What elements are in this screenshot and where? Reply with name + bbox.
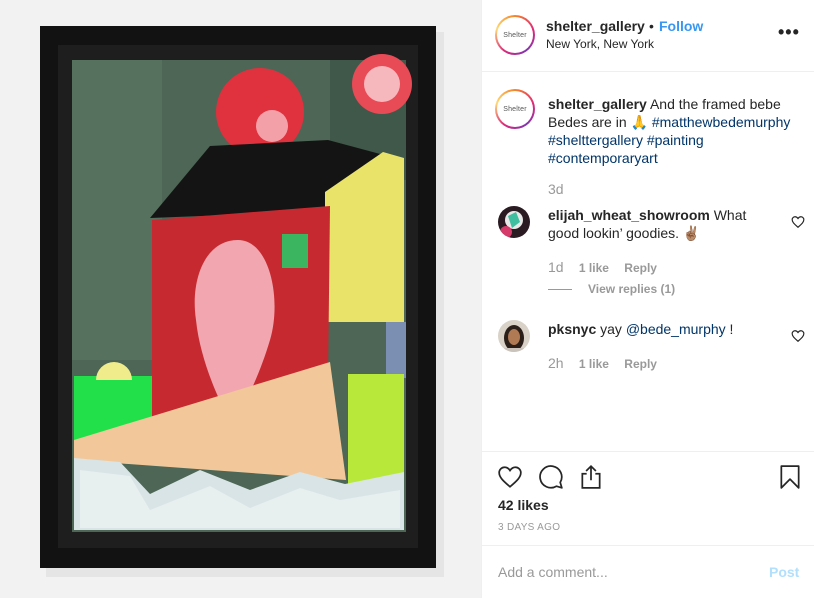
comment-like-heart-icon[interactable] xyxy=(791,215,805,229)
comments-section: Shelter shelter_gallery And the framed b… xyxy=(482,73,814,451)
pray-emoji: 🙏 xyxy=(630,114,648,130)
more-options-icon[interactable]: ••• xyxy=(778,22,800,43)
comment-meta: 2h 1 like Reply xyxy=(548,355,669,371)
comment-meta: 1d 1 like Reply xyxy=(548,259,669,275)
caption-timestamp[interactable]: 3d xyxy=(548,181,564,197)
caption-avatar[interactable]: Shelter xyxy=(495,89,535,129)
header-username[interactable]: shelter_gallery xyxy=(546,18,645,34)
comment-likes[interactable]: 1 like xyxy=(579,261,609,275)
heart-icon[interactable] xyxy=(497,464,523,490)
comment-text: elijah_wheat_showroom What good lookin’ … xyxy=(548,206,778,242)
reply-button[interactable]: Reply xyxy=(624,261,657,275)
separator-dot: • xyxy=(649,18,654,34)
victory-emoji: ✌🏽 xyxy=(682,225,701,241)
comment-timestamp[interactable]: 2h xyxy=(548,355,564,371)
post-details-panel: Shelter shelter_gallery • Follow New Yor… xyxy=(481,0,814,598)
bookmark-icon[interactable] xyxy=(777,464,803,490)
comment-text: pksnyc yay @bede_murphy ! xyxy=(548,320,778,338)
comment-timestamp[interactable]: 1d xyxy=(548,259,564,275)
hashtag-link[interactable]: #contemporaryart xyxy=(548,150,658,166)
comment-body: yay xyxy=(600,321,622,337)
avatar-logo: Shelter xyxy=(497,17,533,53)
post-photo[interactable] xyxy=(0,0,481,598)
comment-input[interactable] xyxy=(498,562,748,582)
location-link[interactable]: New York, New York xyxy=(546,37,654,51)
framed-painting-image xyxy=(0,0,481,598)
avatar-logo: Shelter xyxy=(497,91,533,127)
view-replies-label: View replies (1) xyxy=(588,282,676,296)
commenter-avatar[interactable] xyxy=(498,206,530,238)
post-actions: 42 likes 3 DAYS AGO xyxy=(482,451,814,545)
hashtag-link[interactable]: #painting xyxy=(647,132,704,148)
replies-divider-line xyxy=(548,289,572,291)
caption-text: shelter_gallery And the framed bebe Bede… xyxy=(548,95,808,167)
view-replies-button[interactable]: View replies (1) xyxy=(548,282,675,296)
avatar[interactable]: Shelter xyxy=(495,15,535,55)
follow-button[interactable]: Follow xyxy=(659,18,703,34)
reply-button[interactable]: Reply xyxy=(624,357,657,371)
avatar-image xyxy=(498,206,530,238)
post-button[interactable]: Post xyxy=(769,564,799,580)
comment-username[interactable]: elijah_wheat_showroom xyxy=(548,207,710,223)
hashtag-link[interactable]: #shelttergallery xyxy=(548,132,643,148)
comment-body-end: ! xyxy=(725,321,734,337)
post-header: Shelter shelter_gallery • Follow New Yor… xyxy=(482,0,814,72)
hashtag-link[interactable]: #matthewbedemurphy xyxy=(652,114,791,130)
post-date[interactable]: 3 DAYS AGO xyxy=(498,522,560,533)
caption-username[interactable]: shelter_gallery xyxy=(548,96,647,112)
comment-like-heart-icon[interactable] xyxy=(791,329,805,343)
comment-likes[interactable]: 1 like xyxy=(579,357,609,371)
comment-username[interactable]: pksnyc xyxy=(548,321,596,337)
commenter-avatar[interactable] xyxy=(498,320,530,352)
comment-icon[interactable] xyxy=(538,464,564,490)
share-icon[interactable] xyxy=(578,464,604,490)
likes-count[interactable]: 42 likes xyxy=(498,497,549,513)
avatar-image xyxy=(498,320,530,352)
add-comment-bar: Post xyxy=(482,545,814,598)
mention-link[interactable]: @bede_murphy xyxy=(626,321,726,337)
